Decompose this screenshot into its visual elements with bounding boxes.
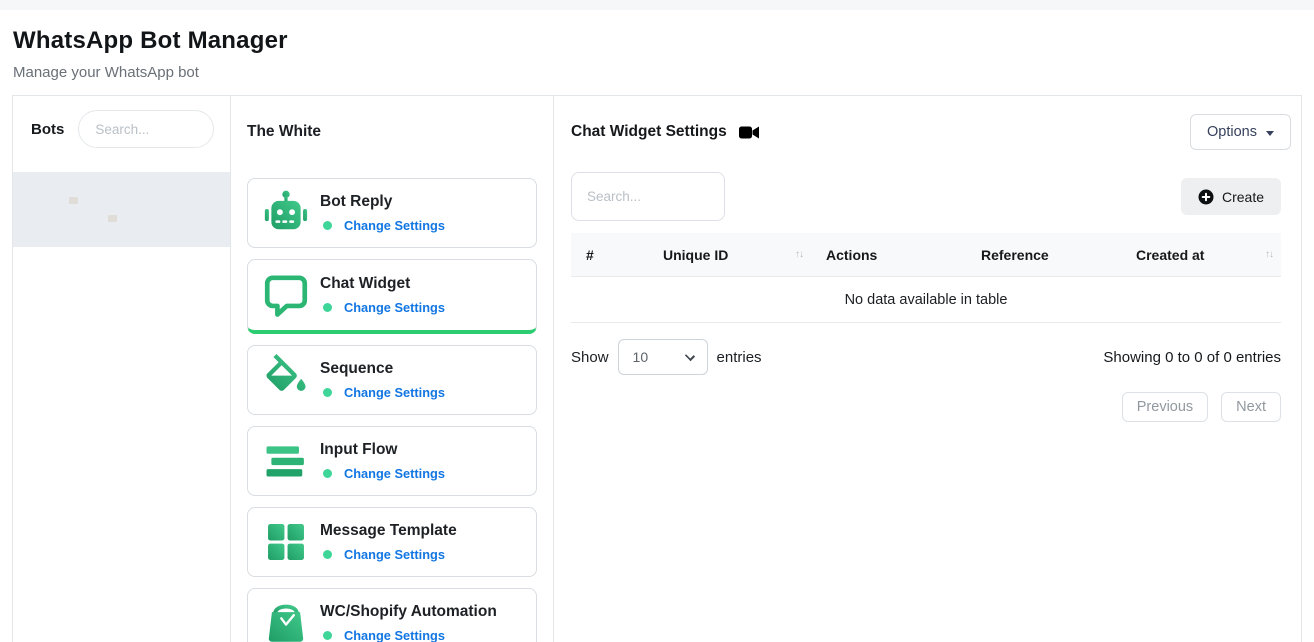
table-header-row: # Unique ID ↑↓ Actions Reference Created… xyxy=(571,233,1281,277)
modules-column: The White xyxy=(231,96,554,642)
status-dot xyxy=(323,221,332,230)
options-button-label: Options xyxy=(1207,124,1257,140)
module-card-sequence[interactable]: Sequence Change Settings xyxy=(247,345,537,415)
status-dot xyxy=(323,388,332,397)
page-header: WhatsApp Bot Manager Manage your WhatsAp… xyxy=(0,10,1314,95)
table-empty-message: No data available in table xyxy=(571,277,1281,323)
table-controls: Show 10 entries Showing 0 to 0 of 0 entr… xyxy=(571,339,1281,375)
module-card-message-template[interactable]: Message Template Change Settings xyxy=(247,507,537,577)
change-settings-link[interactable]: Change Settings xyxy=(344,300,445,315)
top-strip xyxy=(0,0,1314,10)
table-search-input[interactable] xyxy=(571,172,725,221)
module-card-title: Input Flow xyxy=(320,441,445,459)
chat-bubble-icon xyxy=(260,269,312,321)
module-card-input-flow[interactable]: Input Flow Change Settings xyxy=(247,426,537,496)
status-dot xyxy=(323,631,332,640)
module-card-chat-widget[interactable]: Chat Widget Change Settings xyxy=(247,259,537,334)
table-toolbar: Create xyxy=(571,172,1281,221)
module-card-title: Bot Reply xyxy=(320,193,445,211)
column-header-reference[interactable]: Reference xyxy=(966,247,1121,263)
entries-summary: Showing 0 to 0 of 0 entries xyxy=(1103,349,1281,366)
page-size-value: 10 xyxy=(633,349,649,365)
main-header: Chat Widget Settings Options xyxy=(571,114,1281,150)
status-dot xyxy=(323,550,332,559)
chevron-down-icon xyxy=(684,351,694,361)
next-button[interactable]: Next xyxy=(1221,392,1281,422)
module-card-title: Chat Widget xyxy=(320,275,445,293)
page-subtitle: Manage your WhatsApp bot xyxy=(13,64,1302,81)
pagination: Previous Next xyxy=(571,392,1281,422)
robot-icon xyxy=(260,187,312,239)
entries-label: entries xyxy=(717,349,762,366)
page-size-select[interactable]: 10 xyxy=(618,339,708,375)
bot-name: The White xyxy=(247,123,537,141)
bot-list-item-selected[interactable] xyxy=(13,172,230,247)
module-card-title: WC/Shopify Automation xyxy=(320,603,497,621)
paint-bucket-icon xyxy=(260,354,312,406)
create-button[interactable]: Create xyxy=(1181,178,1281,215)
sort-icon[interactable]: ↑↓ xyxy=(795,249,803,260)
status-dot xyxy=(323,303,332,312)
module-card-bot-reply[interactable]: Bot Reply Change Settings xyxy=(247,178,537,248)
change-settings-link[interactable]: Change Settings xyxy=(344,628,445,642)
module-card-title: Sequence xyxy=(320,360,445,378)
module-card-wc-shopify[interactable]: WC/Shopify Automation Change Settings xyxy=(247,588,537,642)
page-size-control: Show 10 entries xyxy=(571,339,762,375)
column-header-actions[interactable]: Actions xyxy=(811,247,966,263)
sort-icon[interactable]: ↑↓ xyxy=(1265,249,1273,260)
status-dot xyxy=(323,469,332,478)
main-column: Chat Widget Settings Options xyxy=(554,96,1301,642)
module-card-title: Message Template xyxy=(320,522,457,540)
show-label: Show xyxy=(571,349,609,366)
bots-sidebar: Bots xyxy=(13,96,231,642)
column-header-unique-id[interactable]: Unique ID ↑↓ xyxy=(648,247,811,263)
column-header-index[interactable]: # xyxy=(571,247,648,263)
content-panel: Bots The White xyxy=(12,95,1302,642)
shopping-bag-icon xyxy=(260,597,312,642)
change-settings-link[interactable]: Change Settings xyxy=(344,385,445,400)
change-settings-link[interactable]: Change Settings xyxy=(344,466,445,481)
column-header-created-at[interactable]: Created at ↑↓ xyxy=(1121,247,1281,263)
module-card-list: Bot Reply Change Settings Chat Widget xyxy=(247,178,537,642)
list-bars-icon xyxy=(260,435,312,487)
options-button[interactable]: Options xyxy=(1190,114,1291,150)
create-button-label: Create xyxy=(1222,189,1264,205)
section-title: Chat Widget Settings xyxy=(571,123,727,141)
video-camera-icon[interactable] xyxy=(739,125,760,140)
plus-circle-icon xyxy=(1198,189,1214,205)
bots-search-input[interactable] xyxy=(78,110,214,148)
change-settings-link[interactable]: Change Settings xyxy=(344,218,445,233)
bots-label: Bots xyxy=(31,121,64,138)
bots-header: Bots xyxy=(13,96,230,148)
grid-icon xyxy=(260,516,312,568)
previous-button[interactable]: Previous xyxy=(1122,392,1208,422)
page-title: WhatsApp Bot Manager xyxy=(13,27,1302,55)
data-table: # Unique ID ↑↓ Actions Reference Created… xyxy=(571,233,1281,323)
chevron-down-icon xyxy=(1266,131,1274,136)
change-settings-link[interactable]: Change Settings xyxy=(344,547,445,562)
